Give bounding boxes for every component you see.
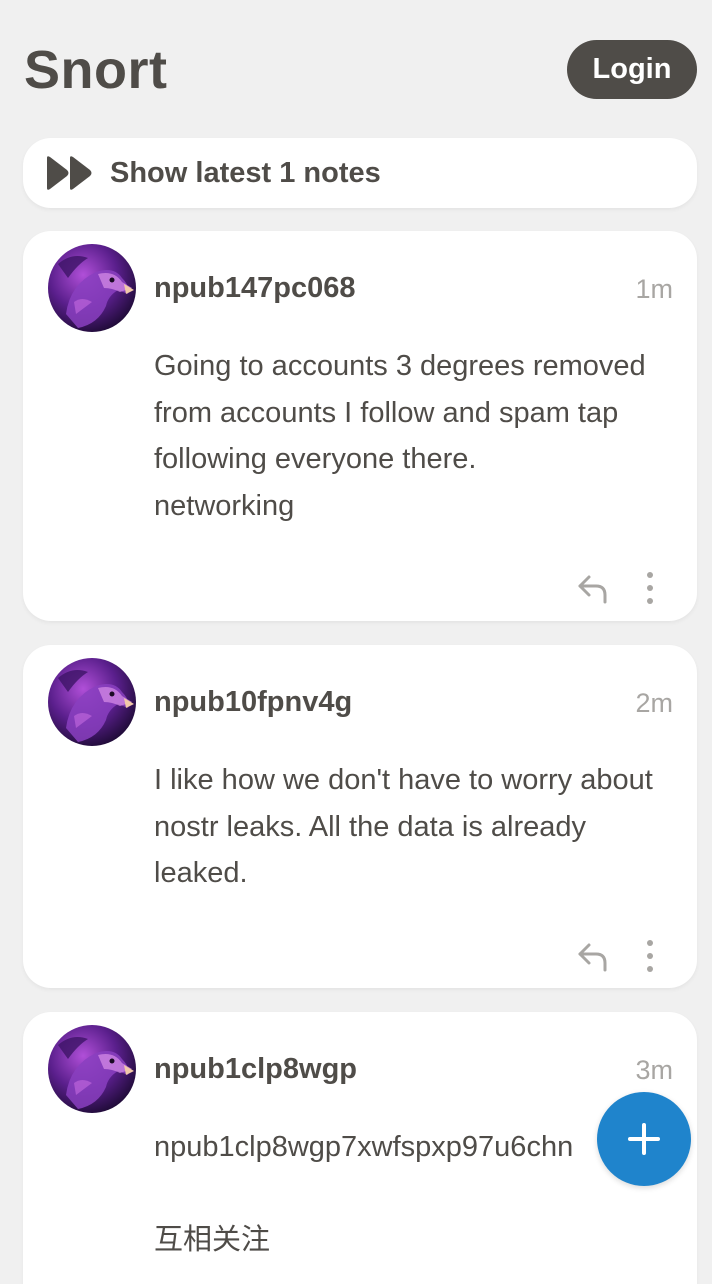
- note-time[interactable]: 3m: [635, 1054, 673, 1086]
- login-button[interactable]: Login: [567, 40, 697, 99]
- reply-icon[interactable]: [576, 571, 610, 605]
- avatar[interactable]: [48, 244, 136, 332]
- note-time[interactable]: 2m: [635, 687, 673, 719]
- avatar[interactable]: [48, 1025, 136, 1113]
- show-latest-label: Show latest 1 notes: [110, 157, 381, 189]
- note-author[interactable]: npub147pc068: [154, 271, 355, 305]
- note-card[interactable]: npub10fpnv4g 2m I like how we don't have…: [23, 645, 697, 988]
- compose-button[interactable]: [597, 1092, 691, 1186]
- note-card[interactable]: npub1clp8wgp 3m npub1clp8wgp7xwfspxp97u6…: [23, 1012, 697, 1284]
- more-vertical-icon[interactable]: [639, 938, 661, 974]
- reply-icon[interactable]: [576, 939, 610, 973]
- plus-icon: [628, 1123, 660, 1155]
- note-card[interactable]: npub147pc068 1m Going to accounts 3 degr…: [23, 231, 697, 621]
- more-vertical-icon[interactable]: [639, 570, 661, 606]
- note-author[interactable]: npub10fpnv4g: [154, 685, 352, 719]
- note-content: npub1clp8wgp7xwfspxp97u6chn 互相关注: [154, 1131, 574, 1256]
- app-header: Snort Login: [0, 0, 712, 130]
- show-latest-button[interactable]: Show latest 1 notes: [23, 138, 697, 208]
- note-time[interactable]: 1m: [635, 273, 673, 305]
- note-content: I like how we don't have to worry about …: [154, 764, 661, 889]
- note-content: Going to accounts 3 degrees removed from…: [154, 350, 646, 522]
- app-logo[interactable]: Snort: [24, 38, 168, 102]
- note-author[interactable]: npub1clp8wgp: [154, 1052, 357, 1086]
- fast-forward-icon: [47, 156, 92, 190]
- avatar[interactable]: [48, 658, 136, 746]
